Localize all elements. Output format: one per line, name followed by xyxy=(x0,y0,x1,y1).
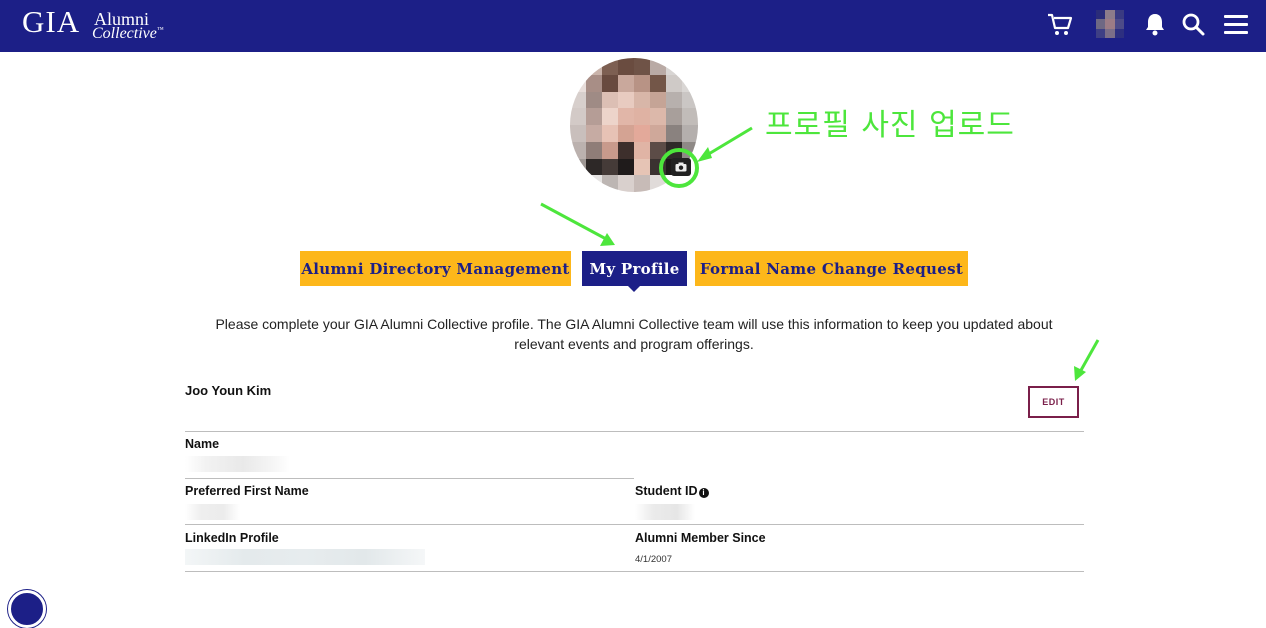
alumni-member-since-value: 4/1/2007 xyxy=(635,554,672,565)
search-icon[interactable] xyxy=(1180,10,1208,38)
name-label: Name xyxy=(185,437,220,451)
profile-intro-text: Please complete your GIA Alumni Collecti… xyxy=(215,316,1053,352)
annotation-arrowhead-photo xyxy=(697,147,712,162)
accessibility-button[interactable] xyxy=(8,590,46,628)
student-id-label: Student ID i xyxy=(635,484,709,498)
student-id-redacted xyxy=(635,504,695,520)
annotation-label-upload-photo: 프로필 사진 업로드 xyxy=(765,108,1015,143)
name-value-redacted xyxy=(185,456,290,472)
active-tab-pointer xyxy=(628,286,640,292)
logo-collective-text: Collective™ xyxy=(92,25,164,43)
preferred-first-name-label: Preferred First Name xyxy=(185,484,309,498)
annotation-arrow-edit xyxy=(1078,339,1100,373)
upload-photo-button[interactable] xyxy=(671,158,691,176)
top-navigation-bar: GIA Alumni Collective™ xyxy=(0,0,1266,52)
camera-icon xyxy=(675,162,687,172)
gia-alumni-collective-logo[interactable]: GIA Alumni Collective™ xyxy=(22,2,182,46)
user-avatar[interactable] xyxy=(1096,10,1124,38)
linkedin-profile-redacted[interactable] xyxy=(185,549,425,565)
preferred-first-name-redacted xyxy=(185,504,240,520)
logo-gia-text: GIA xyxy=(22,4,81,39)
logo-collective-word: Collective xyxy=(92,25,157,42)
tab-alumni-directory-management[interactable]: Alumni Directory Management xyxy=(300,251,571,286)
annotation-arrowhead-edit xyxy=(1074,366,1086,381)
tab-my-profile[interactable]: My Profile xyxy=(582,251,687,286)
annotation-arrow-tab xyxy=(540,202,609,242)
student-id-label-text: Student ID xyxy=(635,484,698,498)
tab-formal-name-change-request[interactable]: Formal Name Change Request xyxy=(695,251,968,286)
cart-icon[interactable] xyxy=(1046,10,1074,38)
bell-icon[interactable] xyxy=(1141,10,1169,38)
logo-trademark: ™ xyxy=(156,25,164,34)
annotation-arrow-photo xyxy=(701,126,753,160)
divider xyxy=(185,478,634,479)
divider xyxy=(185,571,1084,572)
menu-icon[interactable] xyxy=(1222,10,1250,38)
annotation-arrowhead-tab xyxy=(600,233,615,246)
info-icon[interactable]: i xyxy=(698,488,709,498)
linkedin-profile-label: LinkedIn Profile xyxy=(185,531,279,545)
profile-full-name: Joo Youn Kim xyxy=(185,383,272,398)
edit-button[interactable]: EDIT xyxy=(1028,386,1079,418)
divider xyxy=(185,431,1084,432)
divider xyxy=(185,524,1084,525)
profile-tabs: Alumni Directory Management My Profile F… xyxy=(0,251,1266,292)
alumni-member-since-label: Alumni Member Since xyxy=(635,531,766,545)
